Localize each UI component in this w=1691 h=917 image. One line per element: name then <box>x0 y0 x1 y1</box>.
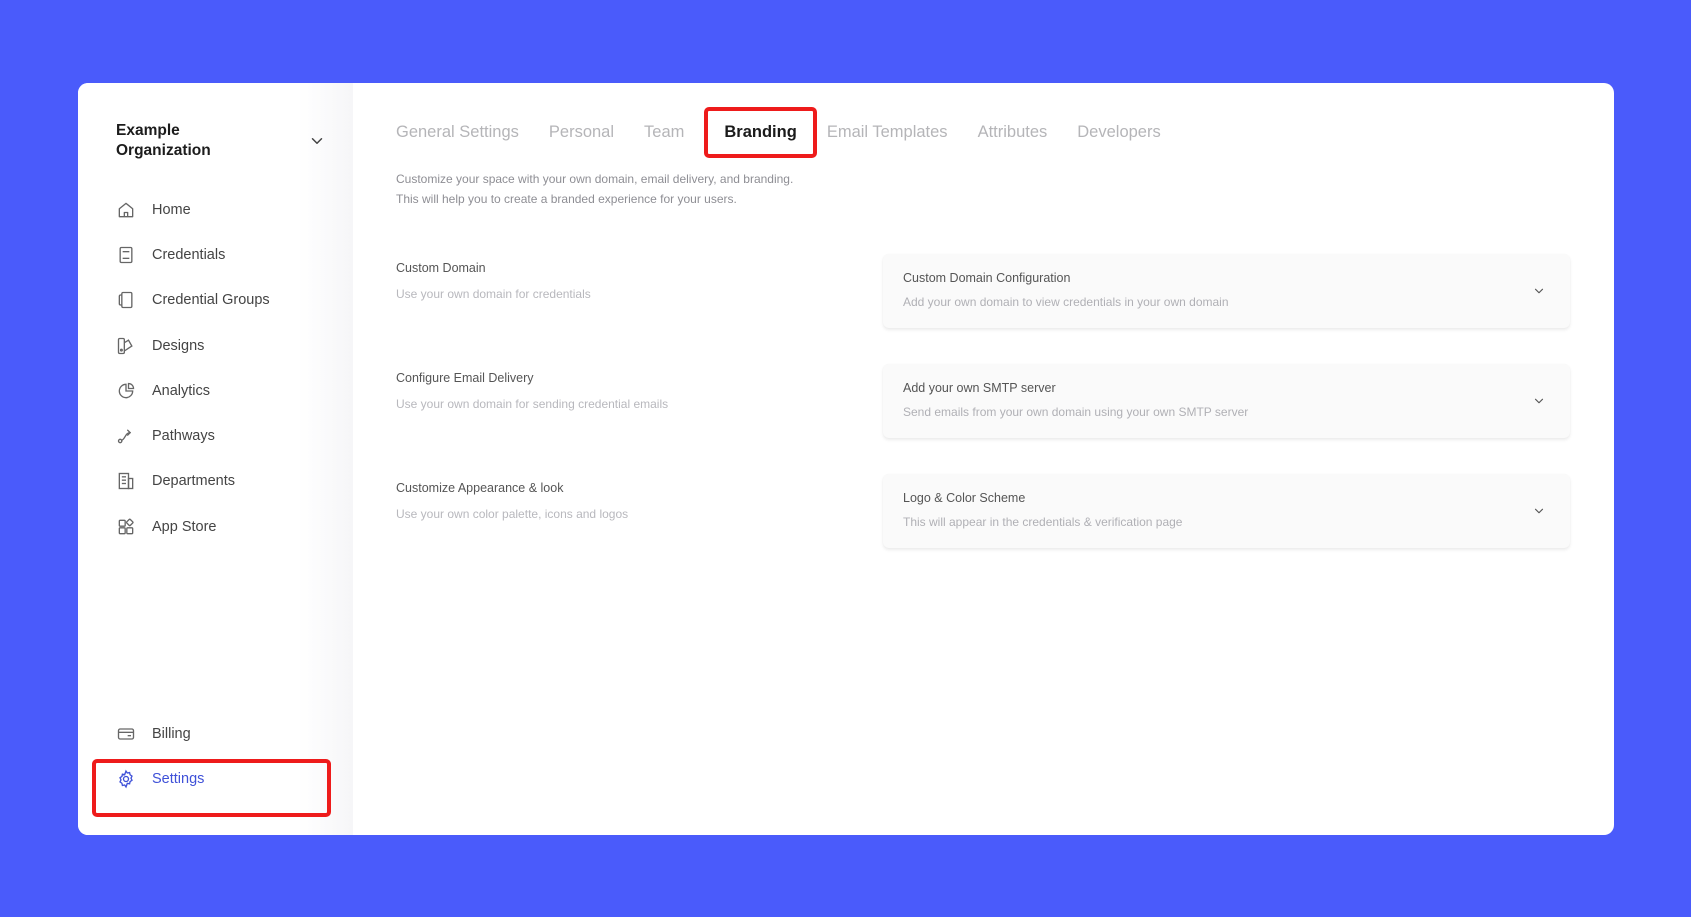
tab-branding[interactable]: Branding <box>704 107 818 158</box>
sidebar-item-pathways[interactable]: Pathways <box>116 413 270 458</box>
branding-intro: Customize your space with your own domai… <box>396 169 793 209</box>
sidebar-item-label: Billing <box>152 725 191 742</box>
credential-groups-icon <box>116 290 136 310</box>
chevron-down-icon[interactable] <box>1532 394 1546 408</box>
section-info: Customize Appearance & look Use your own… <box>396 481 816 521</box>
tab-team[interactable]: Team <box>644 123 684 142</box>
intro-line: This will help you to create a branded e… <box>396 192 737 206</box>
tab-personal[interactable]: Personal <box>549 123 614 142</box>
card-icon <box>116 724 136 744</box>
section-info: Custom Domain Use your own domain for cr… <box>396 261 816 301</box>
departments-icon <box>116 471 136 491</box>
app-store-icon <box>116 517 136 537</box>
sidebar-item-credential-groups[interactable]: Credential Groups <box>116 278 270 323</box>
section-info: Configure Email Delivery Use your own do… <box>396 371 816 411</box>
sidebar-item-label: Credentials <box>152 246 226 263</box>
sidebar-item-label: App Store <box>152 518 217 535</box>
tab-developers[interactable]: Developers <box>1077 123 1160 142</box>
org-name: Example Organization <box>116 122 211 159</box>
gear-icon <box>116 769 136 789</box>
app-window: Example Organization Home Credentials Cr… <box>78 83 1614 835</box>
sidebar-item-credentials[interactable]: Credentials <box>116 232 270 277</box>
sidebar-item-billing[interactable]: Billing <box>116 711 191 756</box>
card-desc: This will appear in the credentials & ve… <box>903 515 1183 529</box>
section-title: Customize Appearance & look <box>396 481 564 495</box>
card-desc: Send emails from your own domain using y… <box>903 405 1249 419</box>
sidebar-nav: Home Credentials Credential Groups Desig… <box>116 187 270 549</box>
section-desc: Use your own color palette, icons and lo… <box>396 507 629 521</box>
sidebar-item-home[interactable]: Home <box>116 187 270 232</box>
sidebar-item-app-store[interactable]: App Store <box>116 504 270 549</box>
sidebar-item-label: Settings <box>152 770 205 787</box>
section-title: Custom Domain <box>396 261 486 275</box>
pathways-icon <box>116 426 136 446</box>
card-title: Custom Domain Configuration <box>903 271 1071 285</box>
card-title: Logo & Color Scheme <box>903 491 1026 505</box>
intro-line: Customize your space with your own domai… <box>396 172 794 186</box>
card-title: Add your own SMTP server <box>903 381 1056 395</box>
sidebar-item-label: Departments <box>152 473 236 490</box>
tab-email-templates[interactable]: Email Templates <box>827 123 948 142</box>
custom-domain-card[interactable]: Custom Domain Configuration Add your own… <box>883 254 1570 328</box>
sidebar-item-label: Designs <box>152 337 205 354</box>
logo-color-card[interactable]: Logo & Color Scheme This will appear in … <box>883 474 1570 548</box>
section-desc: Use your own domain for credentials <box>396 287 591 301</box>
credential-icon <box>116 245 136 265</box>
sidebar-item-settings[interactable]: Settings <box>116 756 204 801</box>
sidebar-item-label: Analytics <box>152 382 211 399</box>
sidebar-item-label: Credential Groups <box>152 292 270 309</box>
sidebar-item-departments[interactable]: Departments <box>116 459 270 504</box>
analytics-icon <box>116 381 136 401</box>
sidebar-item-analytics[interactable]: Analytics <box>116 368 270 413</box>
chevron-down-icon[interactable] <box>1532 504 1546 518</box>
sidebar: Example Organization Home Credentials Cr… <box>78 83 353 835</box>
section-title: Configure Email Delivery <box>396 371 534 385</box>
chevron-down-icon[interactable] <box>308 132 326 150</box>
card-desc: Add your own domain to view credentials … <box>903 295 1229 309</box>
org-switcher[interactable]: Example Organization <box>116 121 326 161</box>
tab-attributes[interactable]: Attributes <box>978 123 1048 142</box>
sidebar-bottom-settings: Settings <box>116 756 204 801</box>
sidebar-item-designs[interactable]: Designs <box>116 323 270 368</box>
main-content: General Settings Personal Team Branding … <box>353 83 1614 835</box>
settings-tabs: General Settings Personal Team Branding … <box>396 107 1191 158</box>
section-desc: Use your own domain for sending credenti… <box>396 397 669 411</box>
sidebar-item-label: Home <box>152 201 191 218</box>
chevron-down-icon[interactable] <box>1532 284 1546 298</box>
smtp-server-card[interactable]: Add your own SMTP server Send emails fro… <box>883 364 1570 438</box>
sidebar-item-label: Pathways <box>152 428 215 445</box>
home-icon <box>116 200 136 220</box>
designs-icon <box>116 336 136 356</box>
sidebar-bottom-billing: Billing <box>116 711 191 756</box>
tab-general-settings[interactable]: General Settings <box>396 123 519 142</box>
